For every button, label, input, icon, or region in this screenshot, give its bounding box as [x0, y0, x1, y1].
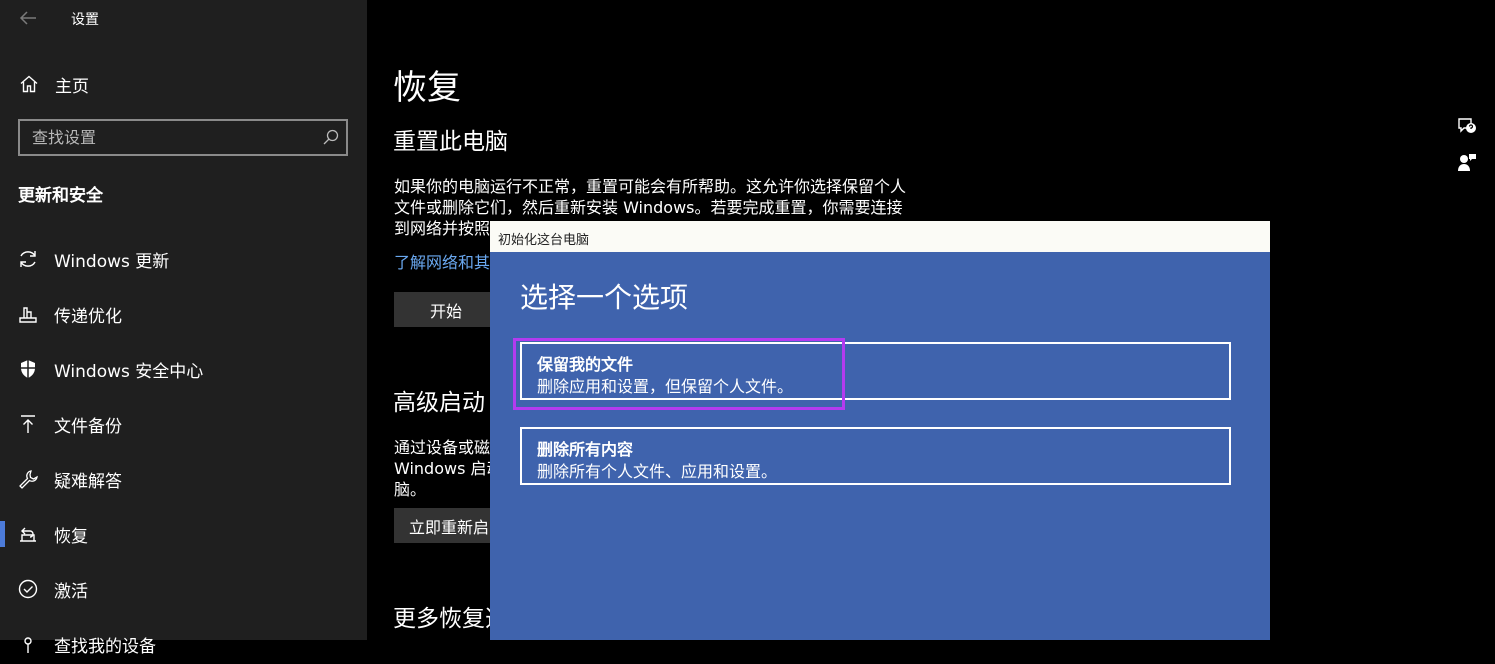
back-arrow-icon[interactable] — [16, 6, 40, 30]
find-device-icon — [17, 633, 39, 655]
delivery-optimization-icon — [17, 303, 39, 325]
sidebar-item-windows-security[interactable]: Windows 安全中心 — [0, 349, 367, 389]
reset-heading: 重置此电脑 — [393, 129, 508, 155]
sidebar-item-delivery-optimization[interactable]: 传递优化 — [0, 294, 367, 334]
backup-upload-icon — [17, 413, 39, 435]
search-input[interactable] — [20, 121, 322, 154]
network-help-link[interactable]: 了解网络和其 — [394, 249, 490, 273]
shield-icon — [17, 358, 39, 380]
sidebar-item-label: 文件备份 — [54, 416, 122, 437]
app-title: 设置 — [71, 12, 99, 28]
active-indicator — [0, 521, 5, 547]
advanced-startup-heading: 高级启动 — [393, 390, 485, 416]
option-title: 删除所有内容 — [537, 440, 634, 459]
sidebar-item-recovery[interactable]: 恢复 — [0, 514, 367, 554]
wrench-icon — [17, 468, 39, 490]
reset-start-button[interactable]: 开始 — [394, 292, 498, 327]
restart-now-button[interactable]: 立即重新启 — [394, 508, 504, 543]
recovery-icon — [17, 523, 39, 545]
home-icon — [18, 73, 40, 95]
sidebar-item-backup[interactable]: 文件备份 — [0, 404, 367, 444]
option-description: 删除应用和设置，但保留个人文件。 — [537, 377, 794, 396]
sync-icon — [17, 248, 39, 270]
dialog-titlebar: 初始化这台电脑 — [490, 221, 1270, 252]
dialog-title: 初始化这台电脑 — [498, 233, 590, 248]
sidebar-item-label: Windows 安全中心 — [54, 361, 204, 382]
check-circle-icon — [17, 578, 39, 600]
settings-search — [18, 119, 348, 156]
reset-description-line: 如果你的电脑运行不正常，重置可能会有所帮助。这允许你选择保留个人 — [394, 177, 907, 196]
sidebar-item-label: 疑难解答 — [54, 471, 122, 492]
remove-everything-option[interactable]: 删除所有内容 删除所有个人文件、应用和设置。 — [520, 427, 1231, 485]
page-title: 恢复 — [393, 68, 461, 108]
reset-pc-dialog: 初始化这台电脑 选择一个选项 保留我的文件 删除应用和设置，但保留个人文件。 删… — [490, 221, 1270, 640]
option-description: 删除所有个人文件、应用和设置。 — [537, 462, 778, 481]
sidebar-item-windows-update[interactable]: Windows 更新 — [0, 239, 367, 279]
keep-my-files-option[interactable]: 保留我的文件 删除应用和设置，但保留个人文件。 — [520, 342, 1231, 400]
reset-description-line: 文件或删除它们，然后重新安装 Windows。若要完成重置，你需要连接 — [394, 198, 903, 217]
sidebar-item-label: 恢复 — [54, 526, 88, 547]
home-label: 主页 — [55, 76, 89, 97]
sidebar-item-label: 传递优化 — [54, 306, 122, 327]
give-feedback-icon[interactable] — [1456, 151, 1478, 173]
home-nav-item[interactable]: 主页 — [18, 70, 89, 98]
sidebar-item-find-my-device[interactable]: 查找我的设备 — [0, 624, 367, 664]
sidebar-item-label: 查找我的设备 — [54, 636, 156, 657]
dialog-heading: 选择一个选项 — [520, 281, 689, 314]
search-icon[interactable] — [322, 128, 340, 146]
sidebar-item-label: 激活 — [54, 581, 88, 602]
get-help-icon[interactable] — [1456, 115, 1478, 137]
sidebar-item-label: Windows 更新 — [54, 251, 170, 272]
sidebar-item-troubleshoot[interactable]: 疑难解答 — [0, 459, 367, 499]
section-title: 更新和安全 — [18, 186, 103, 206]
sidebar-item-activation[interactable]: 激活 — [0, 569, 367, 609]
option-title: 保留我的文件 — [537, 355, 634, 374]
sidebar: 设置 主页 更新和安全 Windows 更新 传递优化 Windows 安全中心 — [0, 0, 367, 657]
